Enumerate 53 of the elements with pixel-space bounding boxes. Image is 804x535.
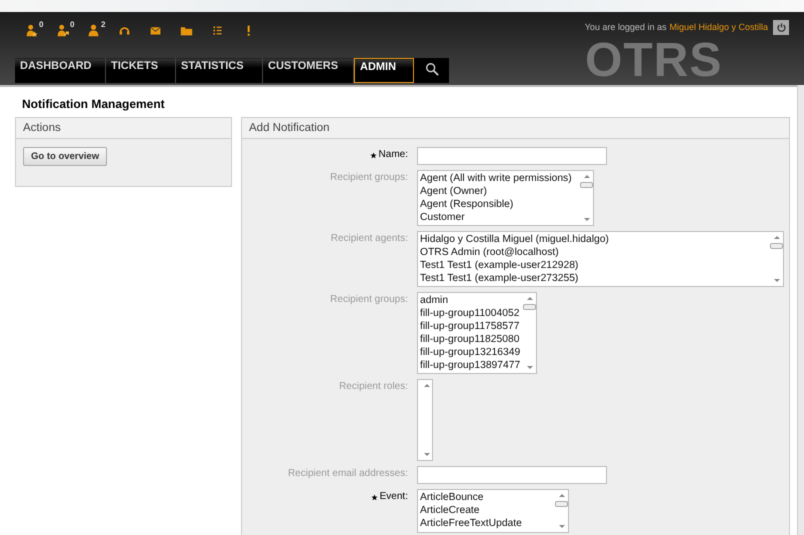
field-label: Event: [380, 491, 408, 502]
list-option[interactable]: fill-up-group11825080 [420, 333, 521, 346]
nav-tab[interactable]: ADMIN [354, 58, 414, 83]
field-label: Name: [378, 149, 408, 160]
nav-tab[interactable]: CUSTOMERS [263, 58, 354, 83]
person-star-icon[interactable] [25, 24, 38, 37]
page-scrollbar[interactable] [797, 85, 804, 535]
list-option[interactable]: Agent (Owner) [420, 185, 578, 198]
field-label: Recipient groups: [330, 172, 408, 183]
login-text: You are logged in as [584, 22, 666, 32]
page-title: Notification Management [22, 97, 166, 111]
list-option[interactable]: fill-up-group13897477 [420, 359, 521, 372]
field-label: Recipient email addresses: [288, 468, 408, 479]
list-option[interactable]: Customer [420, 211, 578, 224]
list-option[interactable]: OTRS Admin (root@localhost) [420, 246, 768, 259]
list-option[interactable]: admin [420, 294, 521, 307]
overview-button[interactable]: Go to overview [23, 147, 108, 166]
list-option[interactable]: ArticleBounce [420, 491, 553, 504]
count-label: 0 [70, 20, 74, 29]
list-option[interactable]: Hidalgo y Costilla Miguel (miguel.hidalgo) [420, 233, 768, 246]
list-option[interactable]: fill-up-group11758577 [420, 320, 521, 333]
list-box[interactable]: ArticleBounce ArticleCreate ArticleFreeTextUpdate [417, 489, 569, 533]
list-option[interactable]: ArticleFreeTextUpdate [420, 517, 553, 530]
person-icon[interactable] [87, 24, 100, 37]
list-option[interactable]: ArticleCreate [420, 504, 553, 517]
field-label: Recipient roles: [339, 381, 408, 392]
user-link[interactable]: Miguel Hidalgo y Costilla [669, 22, 768, 32]
list-box[interactable]: admin fill-up-group11004052 fill-up-group11758577 fill-up-group11825080 fill-up-group13216349 fill-up-group13897477 [417, 292, 537, 374]
list-icon[interactable] [211, 24, 224, 37]
person-arrow-icon[interactable] [56, 24, 69, 37]
list-option[interactable]: Agent (All with write permissions) [420, 172, 578, 185]
count-label: 0 [39, 20, 44, 29]
envelope-icon[interactable] [149, 24, 162, 37]
nav-tab[interactable]: STATISTICS [176, 58, 263, 83]
list-option[interactable]: Test1 Test1 (example-user273255) [420, 272, 768, 285]
input-field[interactable] [417, 466, 607, 484]
list-box[interactable]: Hidalgo y Costilla Miguel (miguel.hidalgo) OTRS Admin (root@localhost) Test1 Test1 (example-user212928) Test1 Test1 (example-user273255) [417, 231, 784, 287]
nav-tab[interactable]: TICKETS [106, 58, 176, 83]
power-icon [776, 22, 786, 33]
logout-button[interactable] [773, 20, 789, 35]
list-option[interactable]: Test1 Test1 (example-user212928) [420, 259, 768, 272]
list-option[interactable]: fill-up-group11004052 [420, 307, 521, 320]
logo: OTRS [585, 38, 722, 84]
list-option[interactable]: fill-up-group13216349 [420, 346, 521, 359]
list-box[interactable]: Agent (All with write permissions) Agent (Owner) Agent (Responsible) Customer [417, 170, 594, 226]
input-field[interactable] [417, 147, 607, 165]
search-button[interactable] [414, 58, 449, 83]
nav-tab[interactable]: DASHBOARD [15, 58, 106, 83]
search-icon [424, 62, 438, 76]
field-label: Recipient groups: [330, 294, 408, 305]
field-label: Recipient agents: [330, 233, 408, 244]
count-label: 2 [101, 20, 106, 29]
list-option[interactable]: Agent (Responsible) [420, 198, 578, 211]
